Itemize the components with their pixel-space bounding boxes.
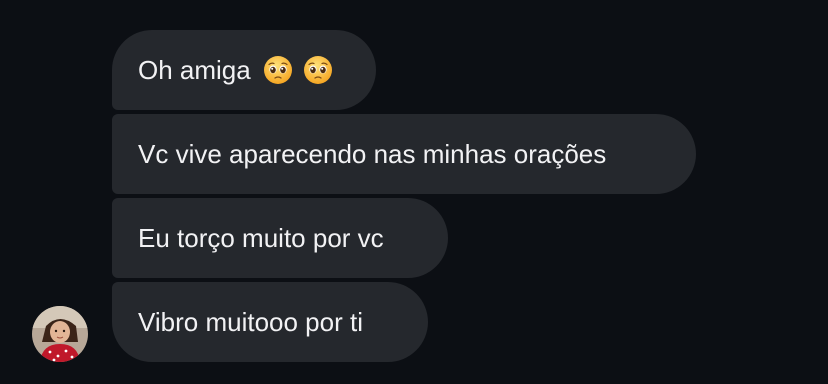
chat-thread: Oh amiga Vc vive aparecendo nas minhas o… [0, 0, 828, 384]
avatar-photo-icon [32, 306, 88, 362]
message-bubble[interactable]: Eu torço muito por vc [112, 198, 448, 278]
pleading-face-icon [263, 56, 292, 84]
message-bubble[interactable]: Vc vive aparecendo nas minhas orações [112, 114, 696, 194]
message-text: Eu torço muito por vc [138, 222, 384, 253]
message-bubble[interactable]: Vibro muitooo por ti [112, 282, 428, 362]
message-text: Oh amiga [138, 54, 251, 85]
sender-avatar[interactable] [32, 306, 88, 362]
pleading-face-icon [303, 56, 332, 84]
message-bubble[interactable]: Oh amiga [112, 30, 376, 110]
message-text: Vibro muitooo por ti [138, 306, 363, 337]
message-text: Vc vive aparecendo nas minhas orações [138, 138, 607, 169]
